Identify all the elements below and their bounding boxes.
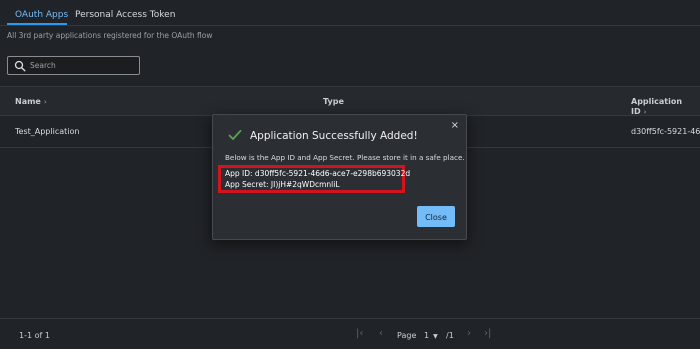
search-input[interactable] — [30, 58, 135, 73]
tab-oauth-apps[interactable]: OAuth Apps — [15, 10, 68, 20]
pagination-footer: 1-1 of 1 |‹ ‹ Page 1 ▼ /1 › ›| — [0, 318, 700, 349]
search-icon — [14, 60, 26, 72]
app-id-text: App ID: d30ff5fc-5921-46d6-ace7-e298b693… — [225, 169, 411, 178]
chevron-down-icon: ▼ — [433, 333, 438, 340]
app-secret-text: App Secret: JI)jH#2qWDcmnliL — [225, 180, 340, 189]
column-header-label: Name — [15, 97, 41, 106]
column-header-application-id[interactable]: Application ID › — [631, 97, 700, 117]
modal-title: Application Successfully Added! — [250, 130, 418, 142]
page-label: Page — [397, 331, 417, 340]
page-total: /1 — [446, 331, 454, 340]
close-button[interactable]: Close — [417, 206, 455, 227]
pagination-range: 1-1 of 1 — [19, 331, 50, 340]
page-subtitle: All 3rd party applications registered fo… — [7, 31, 213, 40]
modal-message: Below is the App ID and App Secret. Plea… — [225, 153, 465, 162]
first-page-icon[interactable]: |‹ — [356, 328, 363, 340]
column-header-label: Application ID — [631, 97, 683, 116]
sort-icon: › — [643, 108, 647, 116]
next-page-icon[interactable]: › — [467, 328, 471, 340]
cell-application-id: d30ff5fc-5921-46d6 — [631, 127, 700, 136]
prev-page-icon[interactable]: ‹ — [379, 328, 383, 340]
table-header: Name › Type Application ID › — [0, 86, 700, 116]
cell-name: Test_Application — [15, 127, 80, 136]
tab-personal-access-token[interactable]: Personal Access Token — [75, 10, 175, 20]
close-icon[interactable]: × — [451, 120, 459, 132]
search-box[interactable] — [7, 56, 140, 75]
check-icon — [228, 129, 242, 140]
column-header-label: Type — [323, 97, 344, 106]
success-modal: × Application Successfully Added! Below … — [212, 114, 467, 240]
tab-bar: OAuth Apps Personal Access Token — [0, 0, 700, 26]
tabs-divider — [0, 25, 700, 26]
page-select[interactable]: 1 ▼ — [424, 331, 438, 340]
last-page-icon[interactable]: ›| — [484, 328, 491, 340]
column-header-type: Type — [323, 97, 344, 107]
sort-icon: › — [43, 98, 47, 106]
column-header-name[interactable]: Name › — [15, 97, 47, 107]
current-page: 1 — [424, 331, 430, 340]
